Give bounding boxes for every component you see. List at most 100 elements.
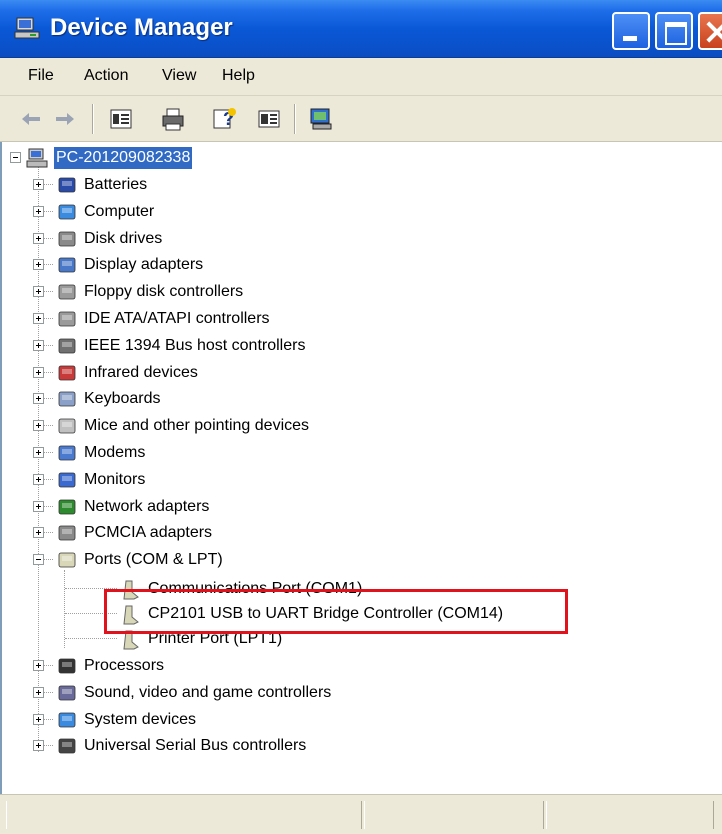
- tree-root-label: PC-201209082338: [54, 147, 193, 169]
- view-icon[interactable]: [256, 106, 282, 132]
- ide-controller-icon: [58, 311, 76, 327]
- tree-category-item[interactable]: Mice and other pointing devices: [56, 413, 309, 439]
- tree-category-label: Computer: [84, 202, 155, 220]
- tree-category-label: IEEE 1394 Bus host controllers: [84, 336, 306, 354]
- tree-category-label: Sound, video and game controllers: [84, 683, 332, 701]
- modem-icon: [58, 445, 76, 461]
- tree-category-item[interactable]: System devices: [56, 707, 196, 733]
- mouse-icon: [58, 418, 76, 434]
- back-arrow-icon[interactable]: [18, 106, 44, 132]
- infrared-icon: [58, 365, 76, 380]
- expand-toggle[interactable]: [33, 447, 44, 458]
- expand-toggle[interactable]: [33, 660, 44, 671]
- expand-toggle[interactable]: [33, 232, 44, 244]
- tree-category-item[interactable]: Display adapters: [56, 252, 203, 278]
- tree-category-item[interactable]: Network adapters: [56, 494, 209, 520]
- toolbar-separator: [92, 104, 94, 134]
- help-icon[interactable]: ?: [212, 106, 238, 132]
- device-tree[interactable]: PC-201209082338 Communications Port (COM…: [0, 142, 722, 794]
- tree-category-label: Processors: [84, 657, 165, 674]
- expand-toggle[interactable]: [33, 740, 44, 752]
- root-collapse-toggle[interactable]: [10, 152, 21, 163]
- minimize-button[interactable]: [612, 12, 650, 50]
- device-manager-icon: [14, 17, 40, 39]
- tree-category-item[interactable]: Processors: [56, 653, 164, 679]
- tree-category-item[interactable]: Keyboards: [56, 386, 161, 412]
- tree-category-item[interactable]: IDE ATA/ATAPI controllers: [56, 306, 270, 332]
- expand-toggle[interactable]: [33, 393, 44, 405]
- properties-icon[interactable]: [108, 106, 134, 132]
- tree-category-item[interactable]: PCMCIA adapters: [56, 520, 212, 546]
- highlight-box: [104, 589, 568, 634]
- tree-category-item[interactable]: Batteries: [56, 172, 147, 198]
- tree-root[interactable]: PC-201209082338: [26, 145, 193, 171]
- expand-toggle[interactable]: [33, 205, 44, 217]
- tree-category-label: Keyboards: [84, 390, 161, 408]
- tree-category-item[interactable]: Sound, video and game controllers: [56, 680, 331, 706]
- tree-category-label: Batteries: [84, 176, 148, 193]
- ieee1394-icon: [58, 338, 76, 354]
- tree-category-item[interactable]: Computer: [56, 199, 154, 225]
- computer-root-icon: [26, 148, 48, 168]
- status-pane: [6, 801, 362, 829]
- tree-category-label: Universal Serial Bus controllers: [84, 737, 307, 755]
- menu-help[interactable]: Help: [222, 67, 255, 85]
- tree-category-item[interactable]: Universal Serial Bus controllers: [56, 733, 306, 759]
- tree-category-item[interactable]: Infrared devices: [56, 360, 198, 386]
- tree-category-label: Monitors: [84, 470, 146, 488]
- tree-category-item[interactable]: Modems: [56, 440, 145, 466]
- title-bar[interactable]: Device Manager: [0, 0, 722, 58]
- tree-category-label: Infrared devices: [84, 363, 198, 381]
- tree-category-label: PCMCIA adapters: [84, 524, 213, 542]
- tree-category-label: Floppy disk controllers: [84, 283, 244, 301]
- keyboard-icon: [58, 391, 76, 407]
- expand-toggle[interactable]: [33, 420, 44, 432]
- tree-category-item[interactable]: Monitors: [56, 467, 145, 493]
- display-adapter-icon: [58, 257, 76, 273]
- expand-toggle[interactable]: [33, 713, 44, 725]
- battery-icon: [58, 177, 76, 193]
- expand-toggle[interactable]: [33, 366, 44, 378]
- tree-category-label: Network adapters: [84, 497, 210, 515]
- toolbar: ?: [0, 96, 722, 142]
- status-pane: [364, 801, 544, 829]
- expand-toggle[interactable]: [33, 286, 44, 298]
- collapse-toggle[interactable]: [33, 554, 44, 566]
- tree-category-label: Modems: [84, 444, 146, 461]
- menu-file[interactable]: File: [28, 67, 54, 85]
- expand-toggle[interactable]: [33, 179, 44, 190]
- tree-guide: [64, 570, 65, 648]
- maximize-button[interactable]: [655, 12, 693, 50]
- expand-toggle[interactable]: [33, 259, 44, 271]
- monitor-icon: [58, 472, 76, 488]
- expand-toggle[interactable]: [33, 500, 44, 512]
- processor-icon: [58, 658, 76, 674]
- menu-view[interactable]: View: [162, 67, 196, 85]
- tree-category-item[interactable]: Floppy disk controllers: [56, 279, 243, 305]
- usb-icon: [58, 738, 76, 754]
- pcmcia-icon: [58, 525, 76, 541]
- forward-arrow-icon[interactable]: [52, 106, 78, 132]
- status-pane: [546, 801, 714, 829]
- computer-icon: [58, 204, 76, 220]
- toolbar-separator: [294, 104, 296, 134]
- tree-category-label: Ports (COM & LPT): [84, 551, 223, 569]
- tree-category-item[interactable]: Ports (COM & LPT): [56, 547, 223, 573]
- expand-toggle[interactable]: [33, 473, 44, 485]
- network-adapter-icon: [58, 499, 76, 514]
- expand-toggle[interactable]: [33, 313, 44, 324]
- tree-category-label: Display adapters: [84, 256, 204, 274]
- window-title: Device Manager: [50, 14, 233, 41]
- tree-category-label: IDE ATA/ATAPI controllers: [84, 310, 270, 327]
- expand-toggle[interactable]: [33, 339, 44, 351]
- menu-action[interactable]: Action: [84, 67, 128, 85]
- tree-category-item[interactable]: Disk drives: [56, 226, 162, 252]
- expand-toggle[interactable]: [33, 686, 44, 698]
- port-icon: [58, 552, 76, 568]
- print-icon[interactable]: [160, 106, 186, 132]
- menu-bar: File Action View Help: [0, 58, 722, 96]
- scan-hardware-icon[interactable]: [308, 106, 334, 132]
- expand-toggle[interactable]: [33, 527, 44, 539]
- tree-category-item[interactable]: IEEE 1394 Bus host controllers: [56, 333, 305, 359]
- close-button[interactable]: [698, 12, 722, 50]
